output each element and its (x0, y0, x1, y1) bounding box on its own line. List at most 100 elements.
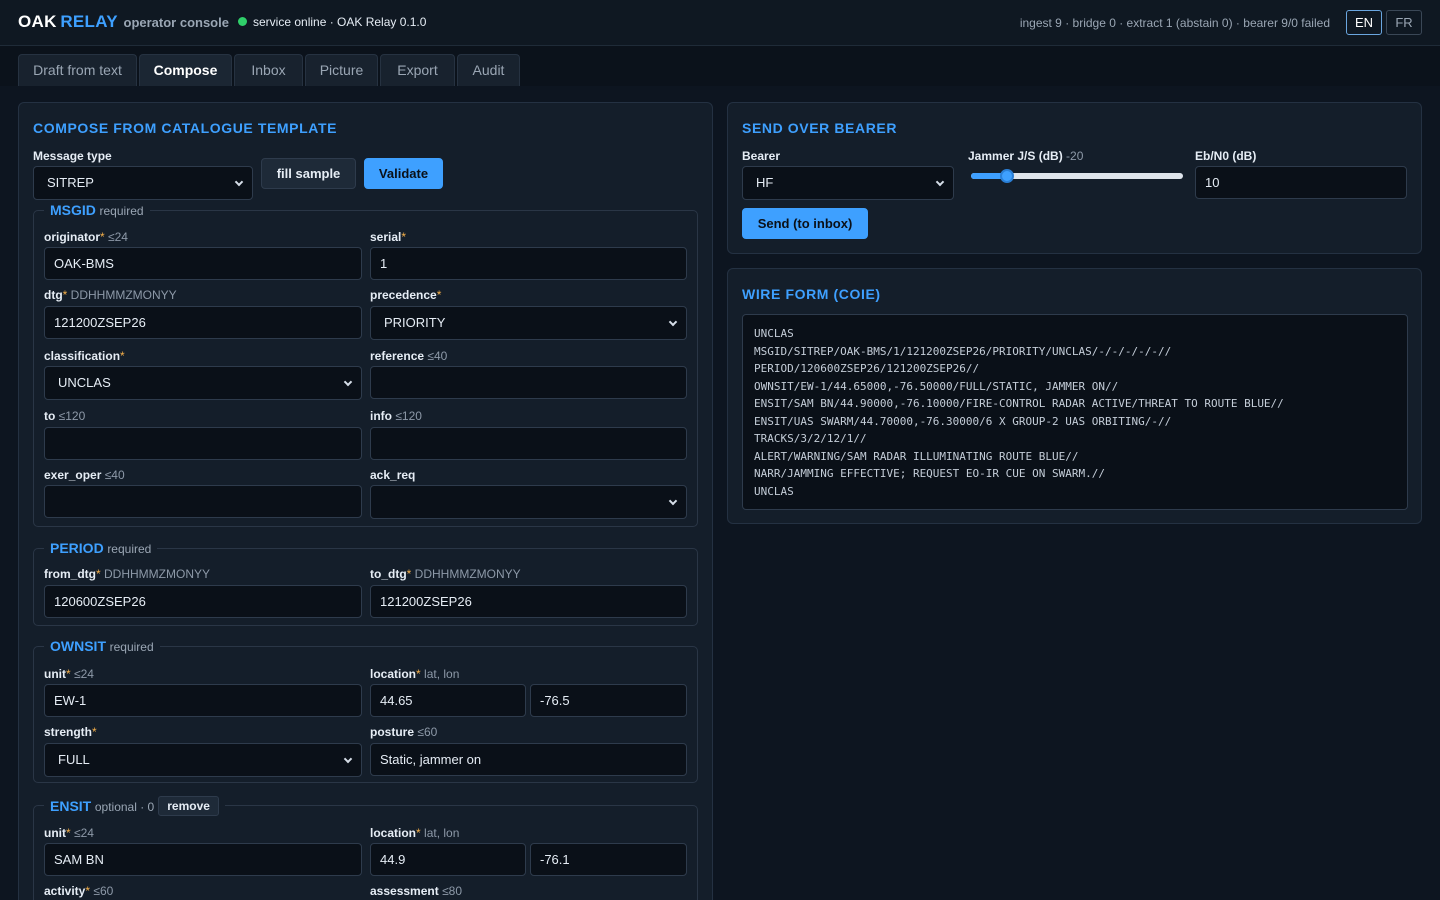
wire-line: UNCLAS (754, 484, 794, 498)
compose-title: COMPOSE FROM CATALOGUE TEMPLATE (33, 120, 338, 136)
chevron-down-icon (668, 317, 678, 327)
msgid-legend: MSGID required (44, 202, 150, 218)
top-bar: OAK RELAY operator console service onlin… (0, 0, 1440, 46)
ownsit-lat-input[interactable]: 44.65 (370, 684, 526, 717)
precedence-select[interactable]: PRIORITY (370, 306, 687, 340)
reference-label: reference ≤40 (370, 349, 448, 363)
ebno-label: Eb/N0 (dB) (1195, 149, 1257, 163)
classification-select[interactable]: UNCLAS (44, 366, 362, 400)
jammer-label: Jammer J/S (dB) -20 (968, 149, 1084, 163)
pipeline-counters: ingest 9 · bridge 0 · extract 1 (abstain… (1019, 16, 1330, 30)
assessment-label: assessment ≤80 (370, 884, 462, 898)
bearer-label: Bearer (742, 149, 781, 163)
ownsit-lon-input[interactable]: -76.5 (530, 684, 687, 717)
wire-line: NARR/JAMMING EFFECTIVE; REQUEST EO-IR CU… (754, 467, 1105, 480)
originator-label: originator* ≤24 (44, 230, 128, 244)
ensit-section: ENSIT optional · 0 remove unit* ≤24 SAM B… (33, 796, 698, 900)
originator-input[interactable]: OAK-BMS (44, 247, 362, 280)
info-input[interactable] (370, 427, 687, 460)
fill-sample-button[interactable]: fill sample (261, 158, 356, 189)
wire-line: ENSIT/UAS SWARM/44.70000,-76.30000/6 X G… (754, 414, 1172, 428)
to-input[interactable] (44, 427, 362, 460)
chevron-down-icon (343, 377, 353, 387)
status-text: service online · OAK Relay 0.1.0 (253, 15, 427, 29)
tab-draft-from-text[interactable]: Draft from text (18, 54, 137, 86)
tab-audit[interactable]: Audit (457, 54, 520, 86)
ensit-unit-label: unit* ≤24 (44, 826, 94, 840)
wire-line: ALERT/WARNING/SAM RADAR ILLUMINATING ROU… (754, 449, 1079, 463)
dtg-label: dtg* DDHHMMZMONYY (44, 288, 177, 302)
ownsit-section: OWNSIT required unit* ≤24 EW-1 location*… (33, 638, 698, 783)
period-section: PERIOD required from_dtg* DDHHMMZMONYY 1… (33, 540, 698, 626)
wire-line: TRACKS/3/2/12/1// (754, 432, 867, 445)
activity-label: activity* ≤60 (44, 884, 114, 898)
bearer-select[interactable]: HF (742, 166, 954, 200)
exer-oper-input[interactable] (44, 485, 362, 518)
ensit-unit-input[interactable]: SAM BN (44, 843, 362, 876)
strength-select[interactable]: FULL (44, 743, 362, 777)
dtg-input[interactable]: 121200ZSEP26 (44, 306, 362, 339)
wire-line: ENSIT/SAM BN/44.90000,-76.10000/FIRE-CON… (754, 397, 1284, 410)
tab-inbox[interactable]: Inbox (234, 54, 303, 86)
message-type-label: Message type (33, 149, 112, 163)
wire-form-output[interactable]: UNCLAS MSGID/SITREP/OAK-BMS/1/121200ZSEP2… (742, 314, 1408, 510)
chevron-down-icon (343, 754, 353, 764)
serial-label: serial* (370, 230, 407, 244)
brand-logo: OAK RELAY operator console (18, 12, 229, 32)
ack-req-label: ack_req (370, 468, 416, 482)
ensit-legend: ENSIT optional · 0 remove (44, 796, 225, 816)
to-label: to ≤120 (44, 409, 86, 423)
exer-oper-label: exer_oper ≤40 (44, 468, 125, 482)
posture-label: posture ≤60 (370, 725, 438, 739)
compose-panel: COMPOSE FROM CATALOGUE TEMPLATE Message … (18, 102, 713, 900)
service-status: service online · OAK Relay 0.1.0 (238, 15, 426, 29)
ensit-lon-input[interactable]: -76.1 (530, 843, 687, 876)
to-dtg-label: to_dtg* DDHHMMZMONYY (370, 567, 521, 581)
chevron-down-icon (935, 177, 945, 187)
wire-form-title: WIRE FORM (COIE) (742, 286, 881, 302)
tab-picture[interactable]: Picture (305, 54, 378, 86)
info-label: info ≤120 (370, 409, 422, 423)
jammer-slider-handle[interactable] (1000, 169, 1014, 183)
reference-input[interactable] (370, 366, 687, 399)
msgid-section: MSGID required originator* ≤24 OAK-BMS s… (33, 202, 698, 527)
ownsit-location-label: location* lat, lon (370, 667, 460, 681)
wire-form-panel: WIRE FORM (COIE) UNCLAS MSGID/SITREP/OAK-… (727, 268, 1422, 524)
precedence-label: precedence* (370, 288, 442, 302)
from-dtg-label: from_dtg* DDHHMMZMONYY (44, 567, 211, 581)
ack-req-select[interactable] (370, 485, 687, 519)
tab-compose[interactable]: Compose (139, 54, 232, 86)
wire-line: UNCLAS (754, 327, 794, 340)
tab-export[interactable]: Export (380, 54, 455, 86)
wire-line: MSGID/SITREP/OAK-BMS/1/121200ZSEP26/PRIO… (754, 344, 1172, 358)
wire-line: PERIOD/120600ZSEP26/121200ZSEP26// (754, 362, 980, 375)
send-to-inbox-button[interactable]: Send (to inbox) (742, 208, 868, 239)
ownsit-unit-input[interactable]: EW-1 (44, 684, 362, 717)
period-legend: PERIOD required (44, 540, 158, 556)
lang-fr-button[interactable]: FR (1386, 10, 1422, 35)
ensit-location-label: location* lat, lon (370, 826, 460, 840)
classification-label: classification* (44, 349, 125, 363)
bearer-title: SEND OVER BEARER (742, 120, 898, 136)
serial-input[interactable]: 1 (370, 247, 687, 280)
status-dot-icon (238, 17, 247, 26)
ownsit-unit-label: unit* ≤24 (44, 667, 94, 681)
wire-line: OWNSIT/EW-1/44.65000,-76.50000/FULL/STAT… (754, 379, 1119, 393)
ensit-lat-input[interactable]: 44.9 (370, 843, 526, 876)
brand-oak: OAK (18, 12, 57, 31)
bearer-panel: SEND OVER BEARER Bearer HF Jammer J/S (d… (727, 102, 1422, 254)
strength-label: strength* (44, 725, 97, 739)
posture-input[interactable]: Static, jammer on (370, 743, 687, 776)
tab-bar: Draft from text Compose Inbox Picture Ex… (0, 46, 1440, 86)
chevron-down-icon (234, 177, 244, 187)
brand-relay: RELAY (60, 12, 118, 31)
ebno-input[interactable]: 10 (1195, 166, 1407, 199)
ensit-remove-button[interactable]: remove (158, 796, 219, 816)
validate-button[interactable]: Validate (364, 158, 443, 189)
lang-en-button[interactable]: EN (1346, 10, 1382, 35)
from-dtg-input[interactable]: 120600ZSEP26 (44, 585, 362, 618)
jammer-slider[interactable] (971, 169, 1183, 183)
chevron-down-icon (668, 496, 678, 506)
to-dtg-input[interactable]: 121200ZSEP26 (370, 585, 687, 618)
message-type-select[interactable]: SITREP (33, 166, 253, 200)
